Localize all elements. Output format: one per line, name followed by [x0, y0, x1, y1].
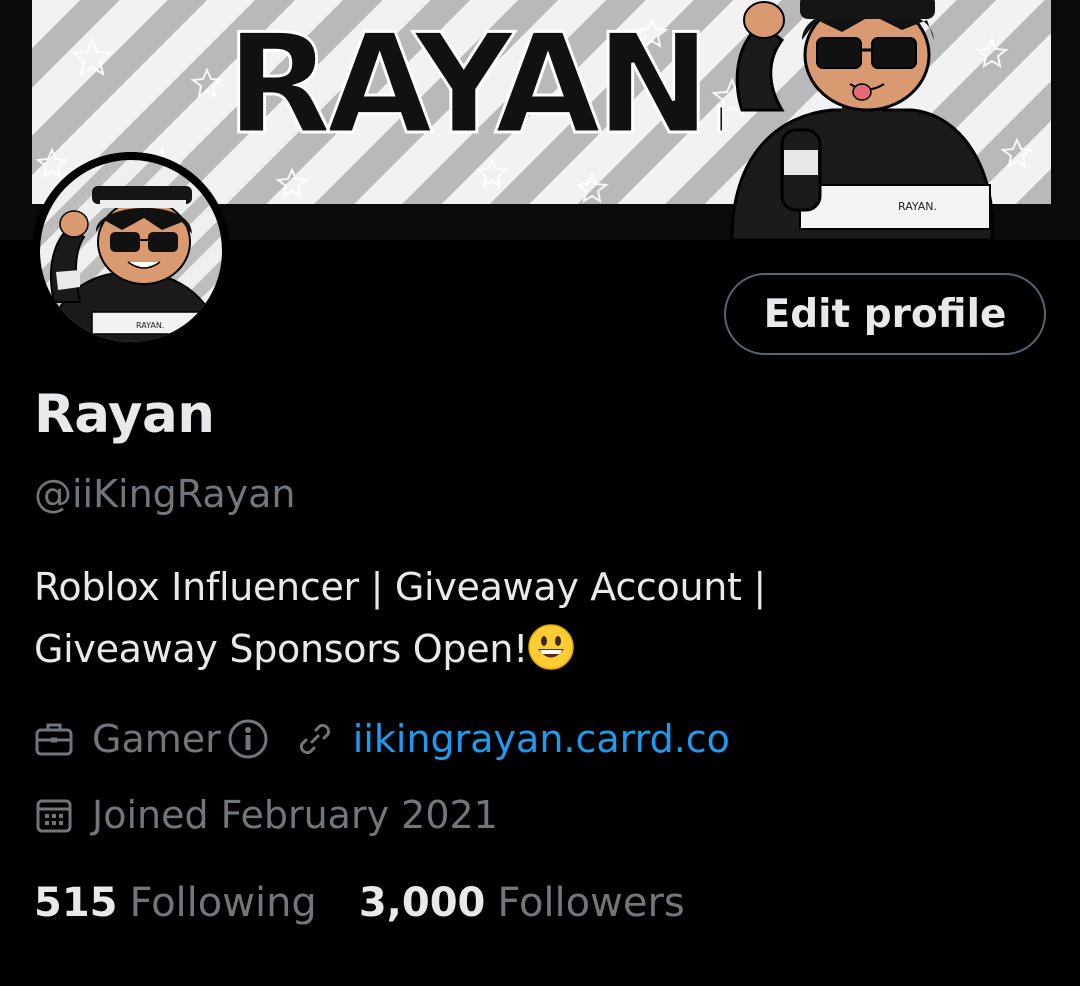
following-count: 515 [34, 880, 118, 926]
profile-handle: @iiKingRayan [34, 472, 296, 516]
profile-website-link[interactable]: iikingrayan.carrd.co [353, 717, 730, 761]
banner-title-graphic: RAYAN. [225, 3, 723, 151]
banner-title-text: RAYAN. [226, 4, 722, 150]
grinning-face-emoji-icon [528, 624, 574, 670]
edit-profile-button[interactable]: Edit profile [724, 273, 1046, 355]
avatar-illustration: RAYAN. [32, 152, 230, 350]
profile-bio: Roblox Influencer | Giveaway Account | G… [34, 556, 1044, 680]
profile-display-name: Rayan [34, 384, 215, 445]
bio-line-2: Giveaway Sponsors Open! [34, 627, 529, 671]
banner-character-illustration: RAYAN. [730, 0, 994, 240]
bio-line-1: Roblox Influencer | Giveaway Account | [34, 565, 766, 609]
info-icon[interactable] [227, 718, 269, 760]
followers-stat-link[interactable]: 3,000 Followers [359, 880, 685, 926]
calendar-icon [36, 799, 72, 833]
profile-category: Gamer [92, 717, 221, 761]
bio-line-2-wrapper: Giveaway Sponsors Open! [34, 618, 1044, 680]
following-stat-link[interactable]: 515 Following [34, 880, 317, 926]
link-icon [299, 723, 330, 755]
profile-meta-row-category-link: Gamer iikingrayan.carrd.co [34, 714, 730, 764]
profile-joined-date: Joined February 2021 [92, 793, 498, 837]
profile-meta-row-joined: Joined February 2021 [34, 790, 498, 840]
followers-count: 3,000 [358, 880, 486, 926]
following-label: Following [129, 880, 317, 926]
briefcase-icon [35, 723, 73, 756]
svg-text:RAYAN.: RAYAN. [136, 321, 164, 330]
followers-label: Followers [497, 880, 685, 926]
profile-avatar[interactable]: RAYAN. [32, 152, 230, 350]
profile-stats: 515 Following 3,000 Followers [34, 880, 685, 926]
svg-text:RAYAN.: RAYAN. [898, 200, 937, 213]
